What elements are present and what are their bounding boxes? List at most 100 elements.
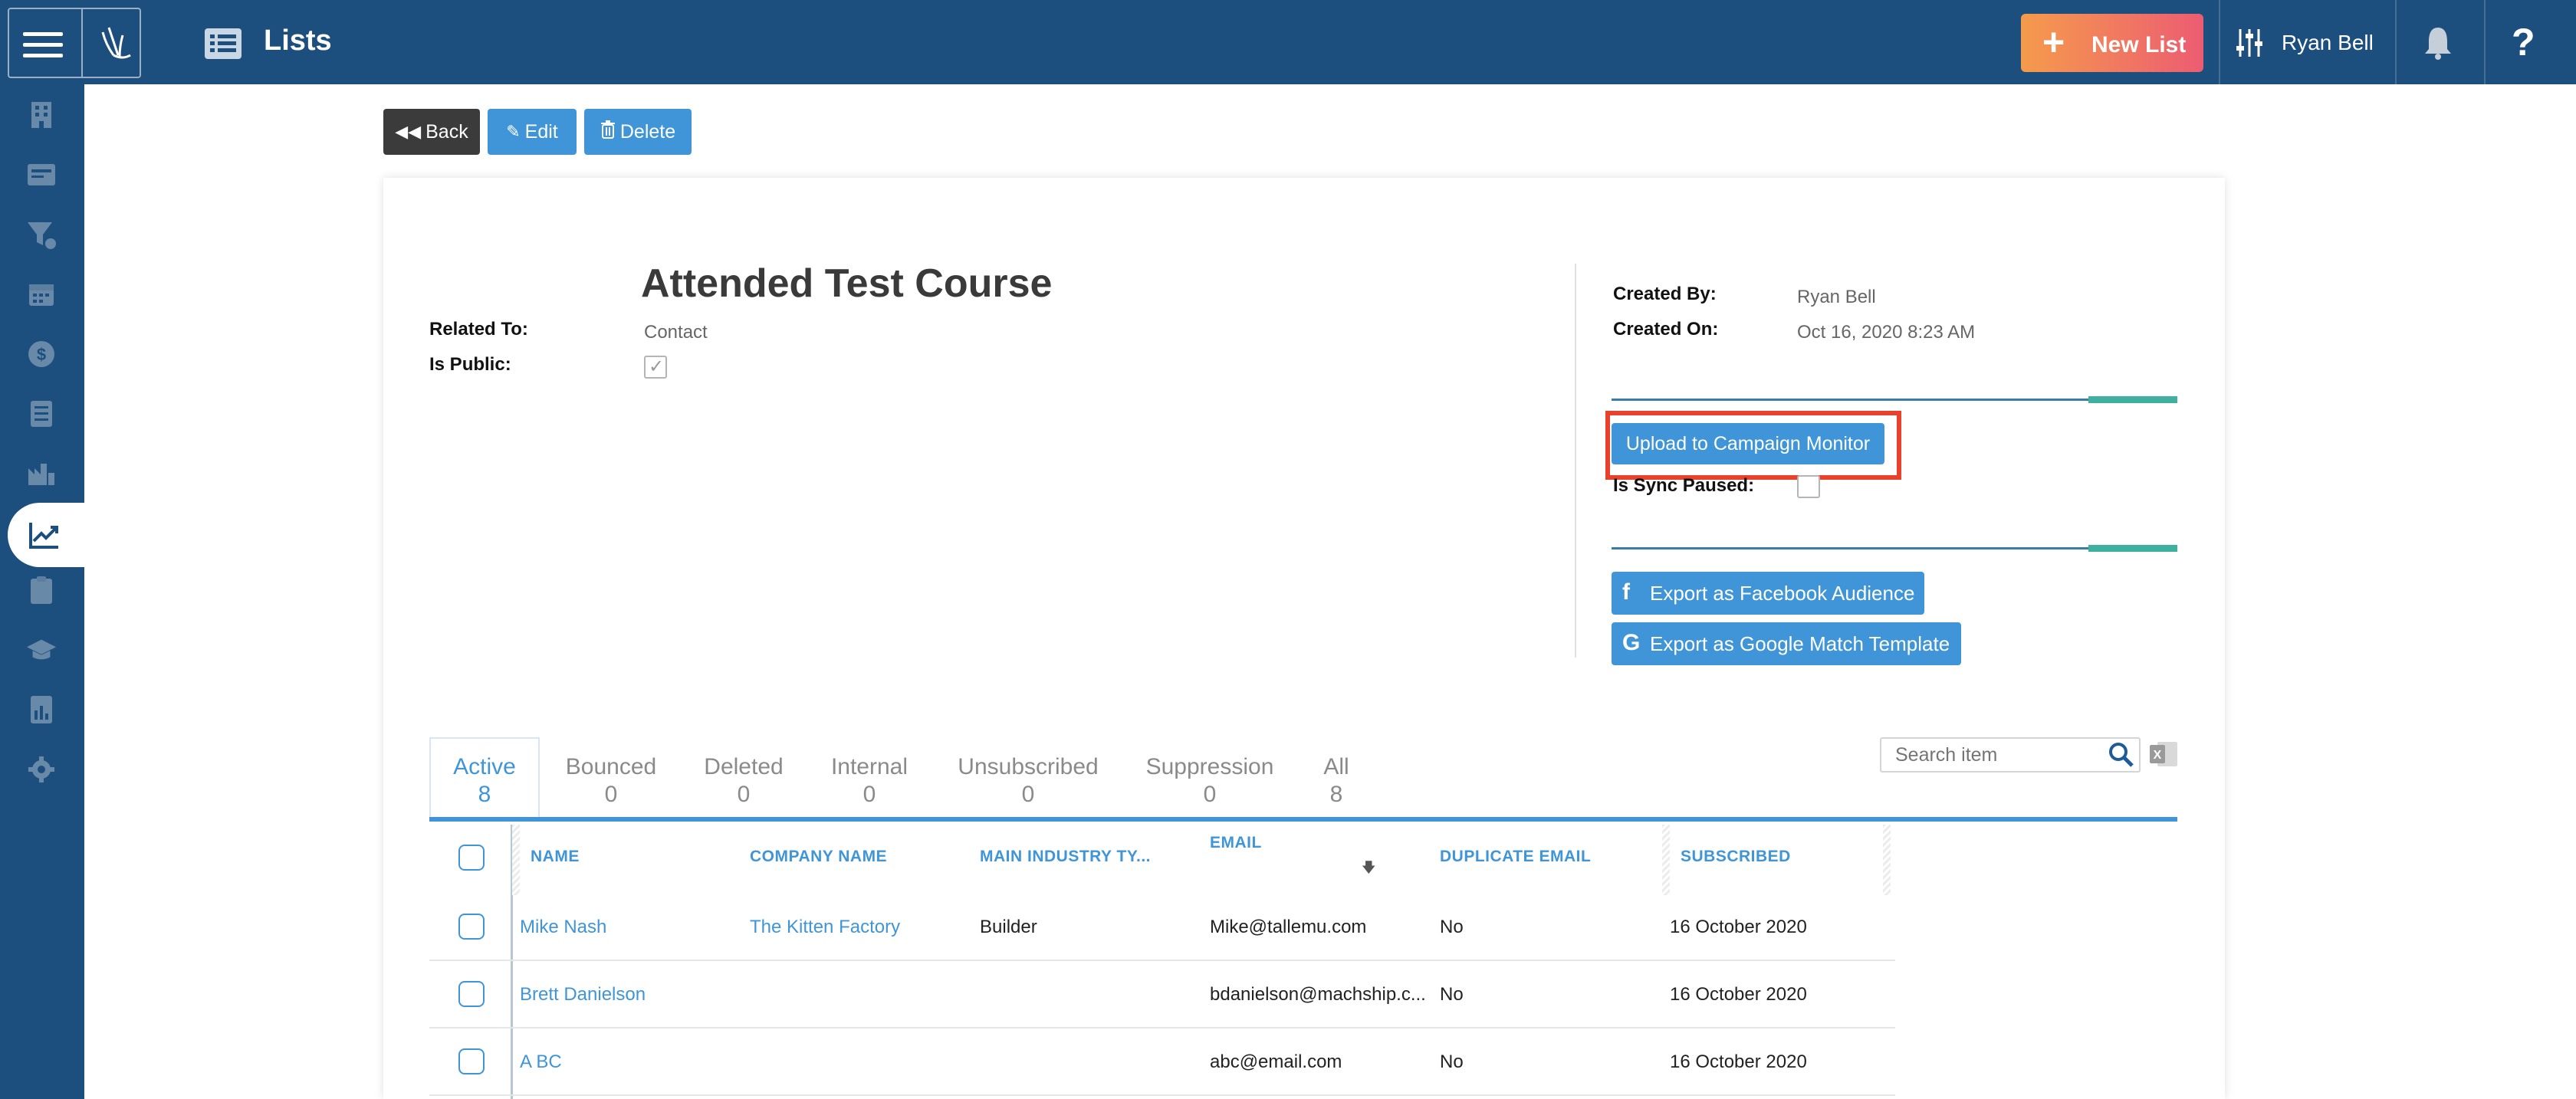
- list-icon[interactable]: [26, 399, 57, 429]
- tab-suppression[interactable]: Suppression 0: [1135, 737, 1285, 819]
- sales-funnel-icon[interactable]: [26, 219, 57, 250]
- export-google-label: Export as Google Match Template: [1650, 632, 1950, 655]
- dollar-icon[interactable]: $: [26, 339, 57, 369]
- delete-label: Delete: [619, 120, 676, 143]
- row-checkbox[interactable]: [458, 981, 485, 1007]
- menu-logo-group: [8, 8, 141, 78]
- tab-active[interactable]: Active 8: [429, 737, 540, 819]
- column-resize-handle[interactable]: [512, 825, 520, 895]
- edit-icon: ✎: [506, 122, 521, 141]
- contact-name-link[interactable]: A BC: [520, 1051, 562, 1073]
- tab-count: 0: [1021, 782, 1035, 807]
- header-divider: [2395, 0, 2397, 84]
- row-checkbox[interactable]: [458, 1048, 485, 1074]
- sync-paused-checkbox[interactable]: [1797, 475, 1820, 498]
- related-to-label: Related To:: [429, 319, 528, 340]
- search-icon[interactable]: [2108, 742, 2134, 768]
- created-on-value: Oct 16, 2020 8:23 AM: [1797, 322, 1976, 343]
- select-all-checkbox[interactable]: [458, 845, 485, 871]
- section-divider: [1575, 264, 1576, 658]
- tab-label: Deleted: [704, 754, 784, 779]
- tab-internal[interactable]: Internal 0: [816, 737, 923, 819]
- subscribed-cell: 16 October 2020: [1670, 1051, 1807, 1072]
- column-header-industry[interactable]: MAIN INDUSTRY TY...: [980, 848, 1151, 866]
- created-by-label: Created By:: [1613, 284, 1717, 304]
- report-icon[interactable]: [26, 694, 57, 725]
- export-google-match-button[interactable]: G Export as Google Match Template: [1612, 622, 1961, 665]
- svg-text:$: $: [37, 345, 46, 364]
- export-facebook-label: Export as Facebook Audience: [1650, 581, 1915, 605]
- graduation-cap-icon[interactable]: [26, 635, 57, 665]
- top-bar: Lists + New List Ryan Bell ?: [0, 0, 2576, 84]
- calendar-icon[interactable]: [26, 279, 57, 310]
- gear-icon[interactable]: [26, 754, 57, 785]
- tab-all[interactable]: All 8: [1308, 737, 1365, 819]
- column-header-email[interactable]: EMAIL: [1210, 834, 1262, 852]
- plus-icon: +: [2042, 21, 2065, 64]
- header-divider: [2484, 0, 2486, 84]
- column-resize-handle[interactable]: [1883, 825, 1891, 895]
- contact-name-link[interactable]: Brett Danielson: [520, 984, 646, 1006]
- column-resize-handle[interactable]: [1662, 825, 1670, 895]
- trash-icon: [600, 120, 616, 143]
- tab-label: Unsubscribed: [958, 754, 1099, 779]
- facebook-icon: f: [1622, 579, 1630, 605]
- tab-deleted[interactable]: Deleted 0: [690, 737, 797, 819]
- checkmark-icon: ✓: [649, 356, 665, 377]
- tab-label: Suppression: [1145, 754, 1274, 779]
- excel-export-icon[interactable]: X: [2148, 740, 2179, 768]
- svg-text:X: X: [2154, 749, 2162, 762]
- notification-bell-icon[interactable]: [2423, 25, 2453, 60]
- sync-paused-label: Is Sync Paused:: [1613, 475, 1755, 496]
- new-list-button[interactable]: + New List: [2021, 14, 2203, 72]
- hamburger-menu-icon[interactable]: [23, 28, 63, 61]
- is-public-checkbox: ✓: [644, 356, 667, 379]
- column-header-company[interactable]: COMPANY NAME: [750, 848, 887, 866]
- tab-bounced[interactable]: Bounced 0: [550, 737, 672, 819]
- user-menu[interactable]: Ryan Bell: [2220, 0, 2394, 84]
- email-cell: Mike@tallemu.com: [1210, 917, 1367, 937]
- row-divider: [429, 960, 1895, 961]
- list-icon: [205, 28, 242, 59]
- settings-sliders-icon: [2236, 29, 2262, 57]
- column-header-name[interactable]: NAME: [531, 848, 580, 866]
- tab-count: 0: [863, 782, 876, 807]
- back-button[interactable]: ◀◀ Back: [383, 109, 480, 155]
- factory-chart-icon[interactable]: [26, 458, 57, 489]
- help-icon[interactable]: ?: [2512, 20, 2535, 64]
- created-by-value: Ryan Bell: [1797, 287, 1876, 307]
- back-label: Back: [426, 120, 468, 143]
- column-header-duplicate-email[interactable]: DUPLICATE EMAIL: [1440, 848, 1591, 866]
- tab-underline: [429, 817, 2177, 822]
- contact-card-icon[interactable]: [26, 159, 57, 190]
- brand-logo-icon: [101, 27, 131, 59]
- tab-count: 8: [478, 782, 491, 807]
- contact-name-link[interactable]: Mike Nash: [520, 917, 606, 938]
- sidebar-item-active[interactable]: [8, 503, 92, 567]
- delete-button[interactable]: Delete: [584, 109, 692, 155]
- tab-count: 0: [737, 782, 751, 807]
- search-input[interactable]: [1894, 743, 2093, 766]
- edit-button[interactable]: ✎ Edit: [488, 109, 577, 155]
- user-name: Ryan Bell: [2282, 31, 2374, 54]
- company-name-link[interactable]: The Kitten Factory: [750, 917, 900, 938]
- double-arrow-left-icon: ◀◀: [395, 122, 422, 141]
- building-icon[interactable]: [26, 100, 57, 130]
- column-header-subscribed[interactable]: SUBSCRIBED: [1681, 848, 1791, 866]
- sort-down-icon[interactable]: 🡇: [1362, 858, 1376, 881]
- export-facebook-audience-button[interactable]: f Export as Facebook Audience: [1612, 572, 1924, 615]
- tab-unsubscribed[interactable]: Unsubscribed 0: [948, 737, 1109, 819]
- tab-count: 8: [1329, 782, 1343, 807]
- tab-label: Internal: [830, 754, 909, 779]
- tab-count: 0: [1203, 782, 1217, 807]
- section-rule-accent: [2088, 396, 2177, 403]
- record-title: Attended Test Course: [641, 261, 1053, 306]
- row-divider: [429, 1094, 1895, 1096]
- clipboard-icon[interactable]: [26, 575, 57, 605]
- duplicate-email-cell: No: [1440, 1051, 1464, 1072]
- row-checkbox[interactable]: [458, 914, 485, 940]
- subscribed-cell: 16 October 2020: [1670, 984, 1807, 1005]
- upload-to-campaign-monitor-button[interactable]: Upload to Campaign Monitor: [1612, 423, 1884, 464]
- duplicate-email-cell: No: [1440, 917, 1464, 937]
- logo-divider: [81, 9, 83, 77]
